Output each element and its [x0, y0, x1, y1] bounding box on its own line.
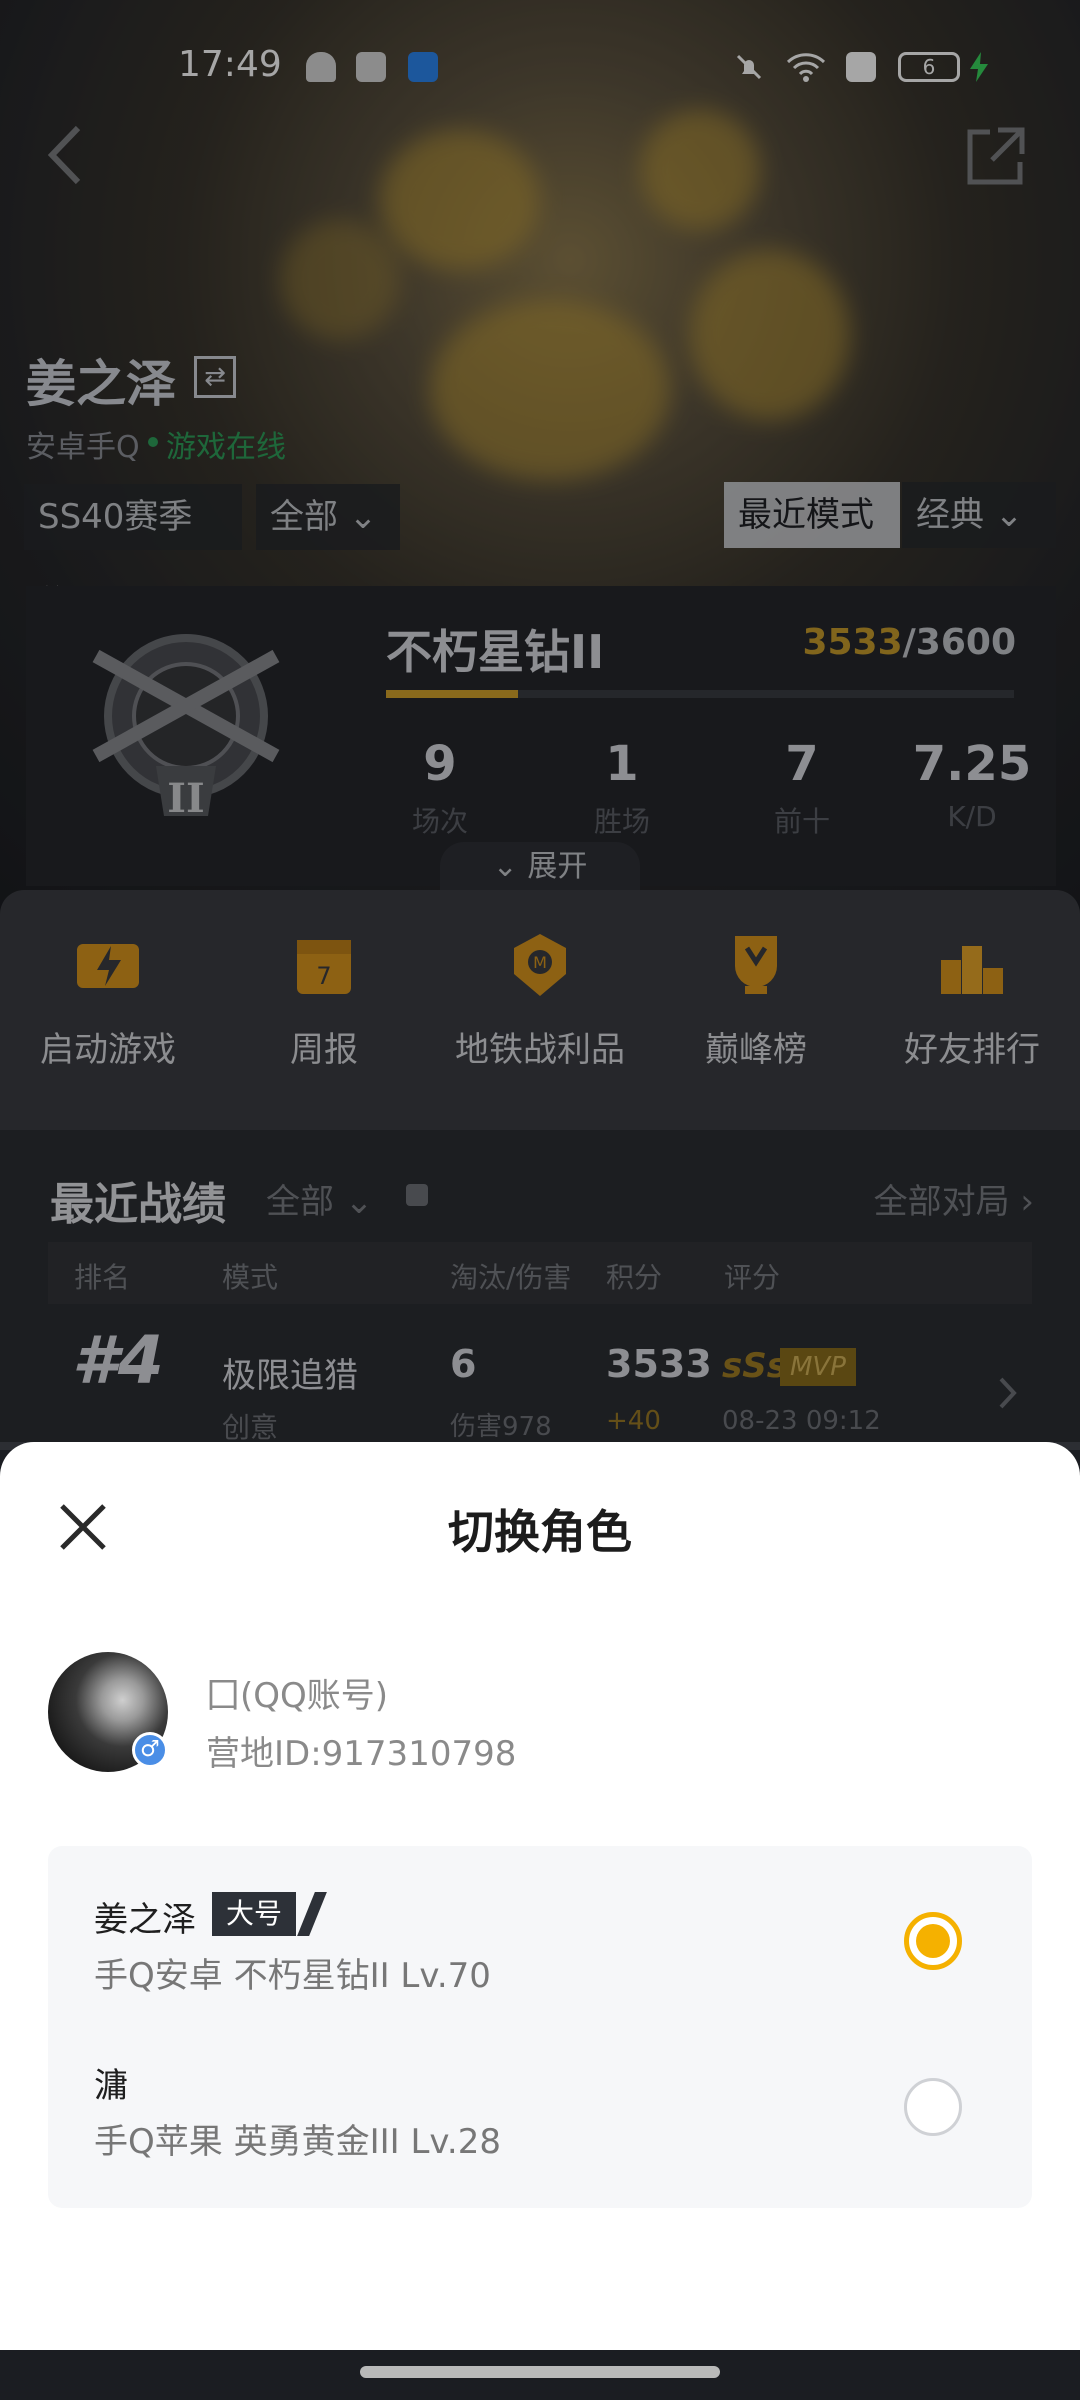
male-icon: ♂ — [132, 1732, 168, 1768]
qq-account: 囗(QQ账号) — [206, 1676, 389, 1716]
modal-overlay[interactable] — [0, 0, 1080, 1442]
role-name: 姜之泽 — [94, 1900, 196, 1940]
home-indicator[interactable] — [360, 2366, 720, 2378]
role-detail: 手Q安卓 不朽星钻II Lv.70 — [94, 1956, 491, 1996]
role-radio[interactable] — [904, 2078, 962, 2136]
sheet-title: 切换角色 — [448, 1505, 632, 1559]
role-radio-selected[interactable] — [904, 1912, 962, 1970]
role-name: 滽 — [94, 2066, 128, 2106]
role-detail: 手Q苹果 英勇黄金III Lv.28 — [94, 2122, 501, 2162]
role-list: 姜之泽 大号 手Q安卓 不朽星钻II Lv.70 滽 手Q苹果 英勇黄金III … — [48, 1846, 1032, 2208]
camp-id: 营地ID:917310798 — [206, 1734, 517, 1774]
switch-role-sheet: 切换角色 ♂ 囗(QQ账号) 营地ID:917310798 姜之泽 大号 手Q安… — [0, 1442, 1080, 2350]
main-account-badge: 大号 — [212, 1892, 297, 1936]
